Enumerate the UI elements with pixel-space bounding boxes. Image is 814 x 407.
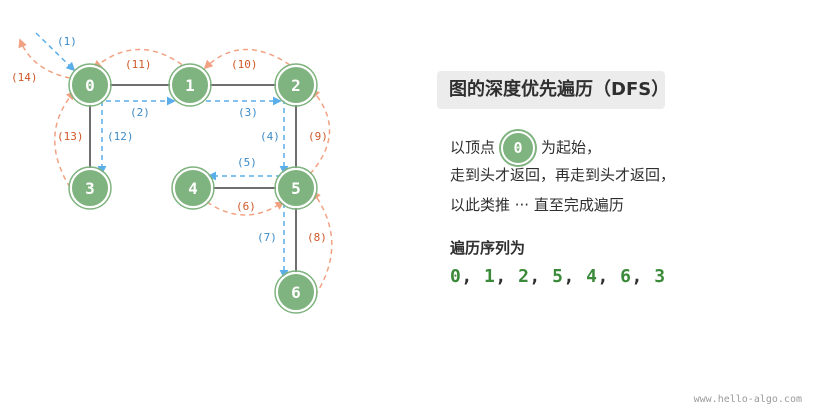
node-0: 0 <box>68 63 112 107</box>
traversal-sequence: 0, 1, 2, 5, 4, 6, 3 <box>450 266 666 287</box>
description-line-1: 以顶点 0 为起始， <box>450 131 601 165</box>
node-3-label: 3 <box>85 179 95 198</box>
node-6-label: 6 <box>291 283 301 302</box>
node-2-label: 2 <box>291 76 301 95</box>
step-label-10: (10) <box>231 58 258 71</box>
step-label-7: (7) <box>257 231 277 244</box>
step-label-12: (12) <box>107 130 134 143</box>
node-5: 5 <box>274 166 318 210</box>
description-line-1-prefix: 以顶点 <box>450 138 496 157</box>
sequence-item: 6 <box>620 266 632 287</box>
step-label-11: (11) <box>125 58 152 71</box>
node-6: 6 <box>274 270 318 314</box>
step-label-4: (4) <box>260 130 280 143</box>
step-label-5: (5) <box>237 156 257 169</box>
description-line-3: 以此类推 ··· 直至完成遍历 <box>450 196 624 214</box>
step-label-14: (14) <box>11 71 38 84</box>
sequence-item: 2 <box>518 266 530 287</box>
node-1: 1 <box>168 63 212 107</box>
site-watermark: www.hello-algo.com <box>693 394 802 405</box>
node-3: 3 <box>68 166 112 210</box>
start-node-badge: 0 <box>501 131 536 165</box>
sequence-item: 3 <box>654 266 666 287</box>
step-label-9: (9) <box>308 130 328 143</box>
step-label-8: (8) <box>307 231 327 244</box>
step-label-1: (1) <box>57 35 77 48</box>
step-label-6: (6) <box>236 200 256 213</box>
panel-title: 图的深度优先遍历（DFS） <box>437 71 669 109</box>
step-labels: (1) (2) (3) (4) (5) (6) (7) (8) (9) (10)… <box>11 35 328 244</box>
sequence-title: 遍历序列为 <box>450 239 526 257</box>
sequence-item: 4 <box>586 266 598 287</box>
node-5-label: 5 <box>291 179 301 198</box>
step-label-2: (2) <box>130 106 150 119</box>
step-label-13: (13) <box>57 130 84 143</box>
node-4-label: 4 <box>188 179 198 198</box>
node-2: 2 <box>274 63 318 107</box>
sequence-item: 0 <box>450 266 462 287</box>
description-line-1-suffix: 为起始， <box>541 138 602 157</box>
dfs-graph-diagram: (1) (2) (3) (4) (5) (6) (7) (8) (9) (10)… <box>11 32 333 314</box>
node-4: 4 <box>171 166 215 210</box>
description-line-2: 走到头才返回，再走到头才返回， <box>450 166 676 184</box>
sequence-item: 1 <box>484 266 496 287</box>
node-0-label: 0 <box>85 76 95 95</box>
sequence-item: 5 <box>552 266 564 287</box>
step-label-3: (3) <box>238 106 258 119</box>
node-1-label: 1 <box>185 76 195 95</box>
